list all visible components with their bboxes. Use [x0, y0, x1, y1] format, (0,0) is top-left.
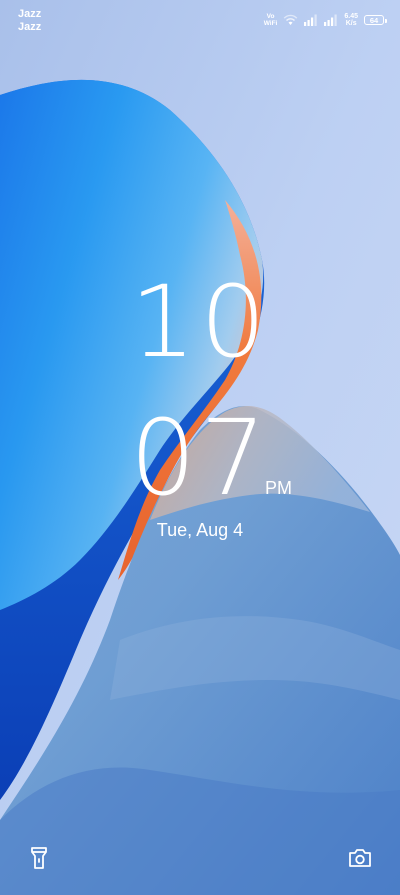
carrier-names: Jazz Jazz [18, 8, 41, 34]
signal-sim2-icon [324, 14, 338, 26]
network-speed: 6.45 K/s [344, 13, 358, 27]
status-bar: Jazz Jazz Vo WiFi 6.45 K/s 64 [0, 0, 400, 40]
signal-sim1-icon [304, 14, 318, 26]
vowifi-icon: Vo WiFi [264, 13, 278, 27]
battery-icon: 64 [364, 15, 387, 25]
vowifi-bottom-label: WiFi [263, 20, 278, 27]
carrier-sim2: Jazz [18, 21, 42, 33]
status-icons: Vo WiFi 6.45 K/s 64 [264, 11, 387, 29]
network-speed-value: 6.45 [344, 13, 358, 20]
carrier-sim1: Jazz [18, 8, 42, 20]
flashlight-icon [31, 847, 47, 869]
lock-date: Tue, Aug 4 [156, 520, 244, 540]
camera-icon [349, 849, 371, 867]
clock-hour: 10 [129, 264, 271, 380]
flashlight-button[interactable] [26, 845, 52, 871]
wifi-icon [284, 14, 298, 25]
network-speed-unit: K/s [345, 20, 357, 27]
battery-level: 64 [369, 15, 379, 25]
vowifi-top-label: Vo [266, 13, 275, 20]
clock-ampm: PM [265, 478, 292, 498]
clock-minute: 07 [129, 397, 271, 519]
camera-button[interactable] [347, 845, 373, 871]
